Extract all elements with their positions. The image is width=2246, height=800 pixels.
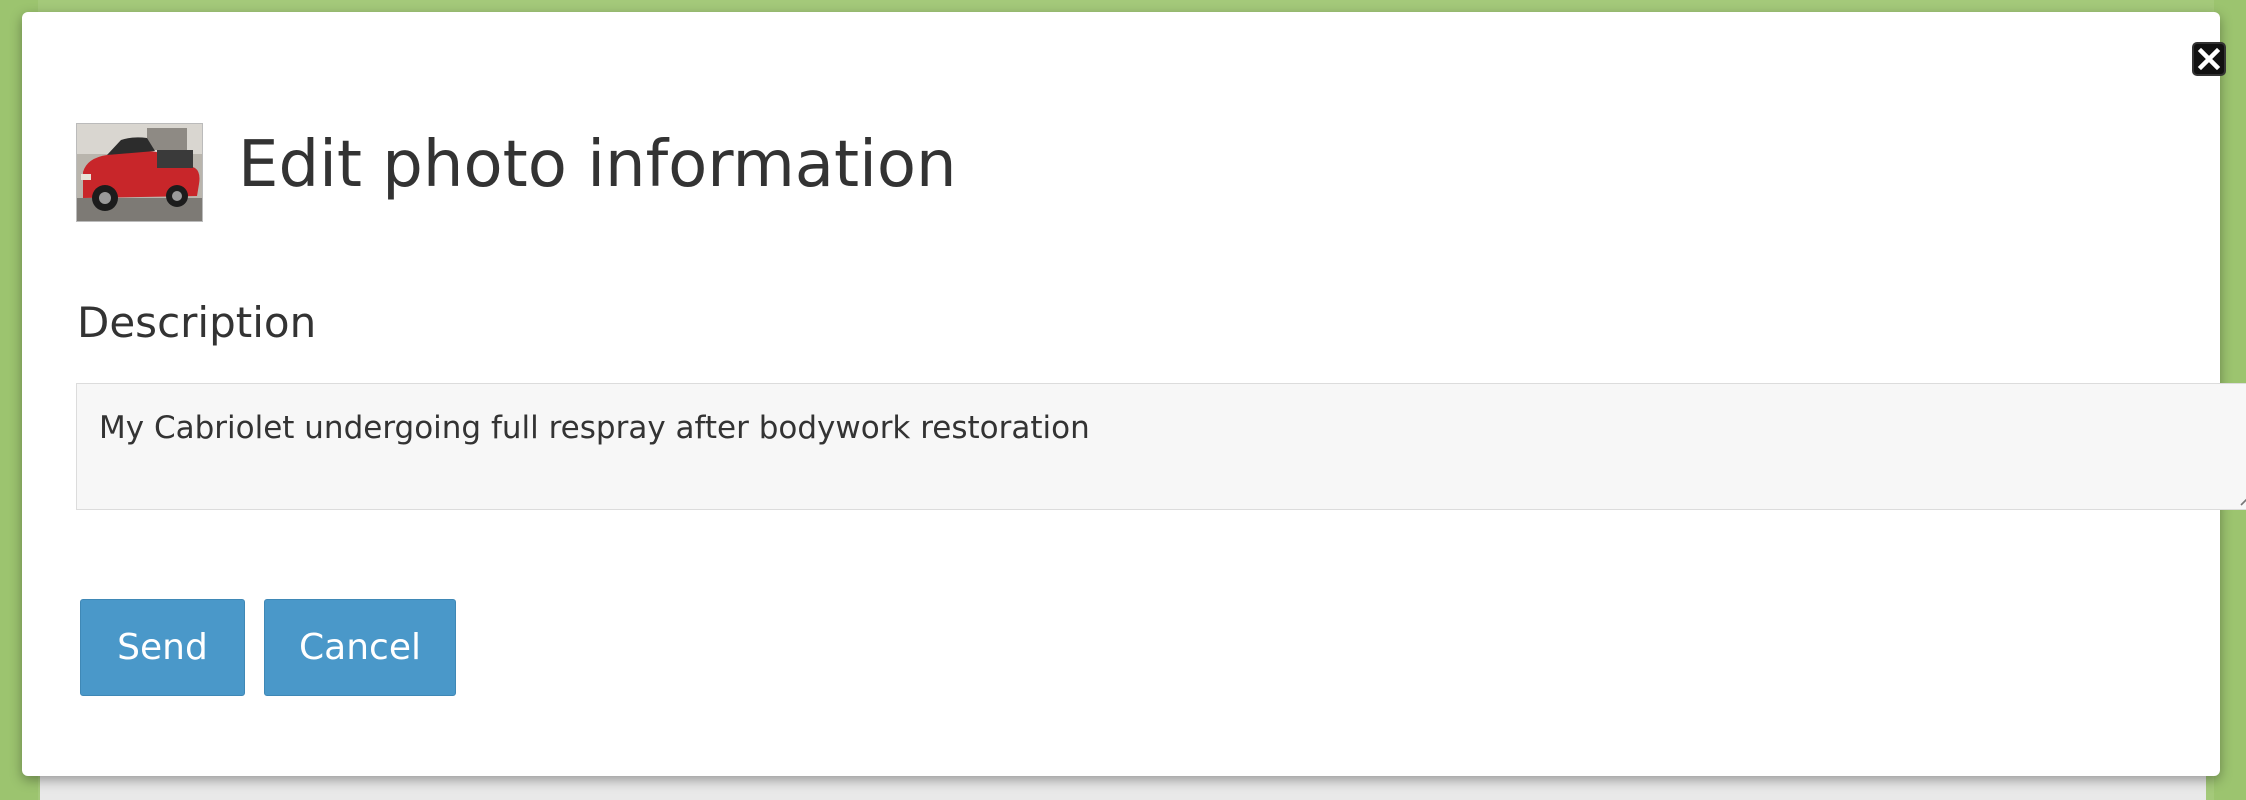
photo-thumbnail (76, 123, 203, 222)
close-icon (2197, 47, 2221, 71)
description-label: Description (77, 298, 317, 347)
description-textarea[interactable]: My Cabriolet undergoing full respray aft… (76, 383, 2246, 510)
dialog-title: Edit photo information (238, 128, 957, 202)
car-photo-thumbnail (77, 124, 202, 221)
page-backdrop-content (40, 776, 2206, 800)
edit-photo-dialog: Edit photo information Description My Ca… (22, 12, 2246, 776)
send-button[interactable]: Send (80, 599, 245, 696)
close-button[interactable] (2192, 42, 2226, 76)
cancel-button[interactable]: Cancel (264, 599, 456, 696)
resize-handle-icon[interactable] (2238, 490, 2246, 506)
